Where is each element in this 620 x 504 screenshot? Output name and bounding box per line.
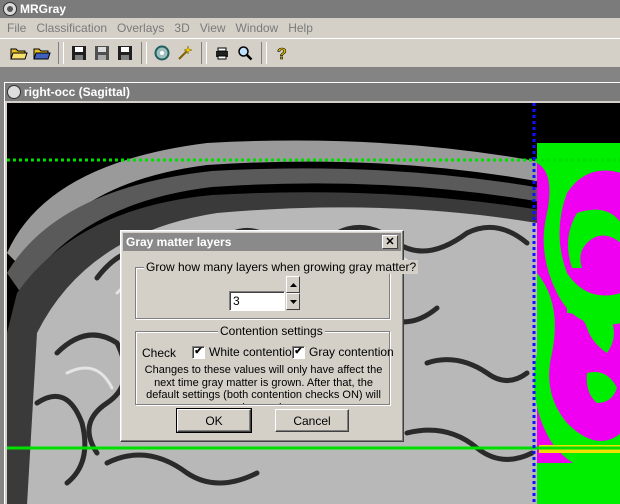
svg-text:?: ? (277, 46, 287, 62)
contention-group-label: Contention settings (218, 324, 325, 338)
layers-groupbox: Grow how many layers when growing gray m… (135, 260, 419, 319)
open-folder-icon (10, 48, 28, 60)
close-button[interactable]: ✕ (382, 235, 398, 249)
help-button[interactable]: ? (271, 42, 293, 64)
checkbox-box[interactable]: ✔ (292, 345, 305, 359)
magic-wand-icon (178, 45, 193, 60)
gray-contention-label: Gray contention (309, 345, 394, 359)
menu-view[interactable]: View (195, 21, 231, 35)
disc-icon (154, 45, 170, 61)
save-button[interactable] (68, 42, 90, 64)
zoom-icon (238, 46, 253, 61)
image-window-title-bar[interactable]: right-occ (Sagittal) (5, 83, 620, 101)
close-icon: ✕ (385, 235, 395, 248)
arrow-up-icon (289, 282, 297, 287)
print-button[interactable] (211, 42, 233, 64)
save-icon (72, 46, 86, 60)
menu-file[interactable]: File (2, 21, 31, 35)
ok-button[interactable]: OK (176, 408, 252, 433)
toolbar-separator (141, 42, 147, 64)
save-as-button[interactable] (91, 42, 113, 64)
toolbar: ? (0, 38, 620, 68)
open-folder-button[interactable] (8, 42, 30, 64)
zoom-button[interactable] (234, 42, 256, 64)
layers-spinner (286, 276, 300, 310)
menu-bar: File Classification Overlays 3D View Win… (0, 18, 620, 38)
help-icon: ? (277, 46, 287, 62)
magic-wand-button[interactable] (174, 42, 196, 64)
menu-overlays[interactable]: Overlays (112, 21, 169, 35)
save-all-button[interactable] (114, 42, 136, 64)
contention-groupbox: Contention settings Check ✔ White conten… (135, 324, 394, 405)
toolbar-separator (58, 42, 64, 64)
white-contention-label: White contention (209, 345, 299, 359)
gray-matter-layers-dialog: Gray matter layers ✕ Grow how many layer… (120, 230, 419, 442)
image-window-title: right-occ (Sagittal) (24, 85, 131, 99)
open-file-icon (33, 48, 51, 60)
gray-contention-checkbox[interactable]: ✔ Gray contention (292, 345, 394, 359)
check-label: Check (142, 346, 177, 360)
menu-3d[interactable]: 3D (169, 21, 194, 35)
menu-classification[interactable]: Classification (31, 21, 112, 35)
cancel-button[interactable]: Cancel (275, 409, 349, 432)
save-all-icon (118, 46, 132, 60)
checkbox-box[interactable]: ✔ (192, 345, 205, 359)
toolbar-separator (261, 42, 267, 64)
white-contention-checkbox[interactable]: ✔ White contention (192, 345, 298, 359)
print-icon (216, 47, 228, 60)
dialog-title: Gray matter layers (126, 235, 232, 249)
open-file-button[interactable] (31, 42, 53, 64)
layers-input[interactable] (229, 291, 285, 311)
save-as-icon (95, 46, 109, 60)
window-icon (7, 85, 21, 99)
menu-window[interactable]: Window (231, 21, 284, 35)
dialog-title-bar[interactable]: Gray matter layers ✕ (123, 233, 401, 251)
spin-up-button[interactable] (286, 276, 300, 293)
app-icon (3, 2, 17, 16)
layers-group-label: Grow how many layers when growing gray m… (144, 260, 419, 274)
menu-help[interactable]: Help (283, 21, 318, 35)
contention-note: Changes to these values will only have a… (144, 364, 383, 404)
disc-button[interactable] (151, 42, 173, 64)
app-title-bar: MRGray (0, 0, 620, 18)
app-title: MRGray (20, 2, 67, 16)
spin-down-button[interactable] (286, 293, 300, 310)
arrow-down-icon (289, 299, 297, 304)
toolbar-separator (201, 42, 207, 64)
